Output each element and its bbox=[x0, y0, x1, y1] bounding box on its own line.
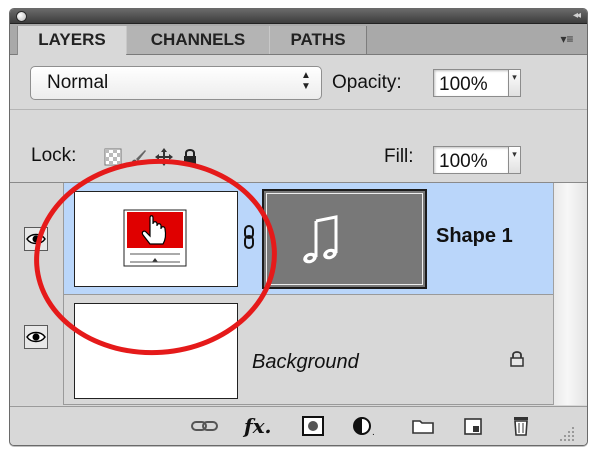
layer-lock-icon bbox=[510, 351, 524, 367]
link-icon[interactable] bbox=[190, 413, 220, 439]
layers-list: Shape 1 Background bbox=[10, 183, 587, 405]
layer-content[interactable]: Background bbox=[64, 295, 553, 405]
blend-mode-value: Normal bbox=[47, 72, 109, 93]
opacity-dropdown-arrow[interactable]: ▾ bbox=[508, 69, 521, 97]
chain-link-icon[interactable] bbox=[242, 225, 256, 249]
layer-mask-icon[interactable] bbox=[300, 413, 326, 439]
blend-mode-select[interactable]: Normal ▲ ▼ bbox=[30, 66, 322, 100]
eye-icon[interactable] bbox=[24, 227, 48, 251]
panel-tabs: LAYERS CHANNELS PATHS ▾≡ bbox=[10, 24, 587, 55]
layer-name-shape-1[interactable]: Shape 1 bbox=[436, 225, 513, 248]
new-layer-icon[interactable] bbox=[460, 413, 486, 439]
layer-content[interactable]: Shape 1 bbox=[64, 183, 553, 295]
lock-all-icon[interactable] bbox=[181, 148, 199, 166]
tab-channels[interactable]: CHANNELS bbox=[126, 26, 270, 54]
tab-layers[interactable]: LAYERS bbox=[17, 26, 127, 55]
panel-titlebar: ◂◂ bbox=[10, 9, 587, 24]
collapse-icon[interactable]: ◂◂ bbox=[573, 9, 581, 23]
lock-label: Lock: bbox=[31, 145, 77, 166]
layer-row-background[interactable]: Background bbox=[10, 295, 587, 405]
select-arrows-icon: ▲ ▼ bbox=[301, 70, 311, 92]
layer-thumbnail[interactable] bbox=[74, 191, 238, 287]
eye-icon[interactable] bbox=[24, 325, 48, 349]
visibility-cell bbox=[10, 183, 64, 295]
lock-fill-row: Lock: Fill: 100% ▾ bbox=[10, 110, 587, 183]
fill-dropdown-arrow[interactable]: ▾ bbox=[508, 146, 521, 174]
svg-text:.: . bbox=[372, 427, 375, 438]
adjustment-layer-icon[interactable]: . bbox=[350, 413, 380, 439]
layers-bottom-toolbar: fx. . bbox=[10, 406, 587, 446]
group-folder-icon[interactable] bbox=[410, 413, 436, 439]
trash-icon[interactable] bbox=[508, 413, 534, 439]
layer-row-shape-1[interactable]: Shape 1 bbox=[10, 183, 587, 295]
layers-panel: ◂◂ LAYERS CHANNELS PATHS ▾≡ Normal ▲ ▼ Op… bbox=[9, 8, 588, 446]
resize-grip-icon[interactable] bbox=[558, 421, 576, 446]
lock-pixels-brush-icon[interactable] bbox=[129, 148, 147, 166]
fx-icon[interactable]: fx. bbox=[244, 413, 272, 439]
fill-input[interactable]: 100% bbox=[433, 146, 508, 174]
visibility-cell bbox=[10, 295, 64, 405]
close-icon[interactable] bbox=[16, 11, 27, 22]
opacity-label: Opacity: bbox=[332, 72, 402, 93]
background-thumbnail[interactable] bbox=[74, 303, 238, 399]
opacity-input[interactable]: 100% bbox=[433, 69, 508, 97]
tab-paths[interactable]: PATHS bbox=[269, 26, 367, 54]
music-note-icon bbox=[303, 215, 338, 264]
blend-opacity-row: Normal ▲ ▼ Opacity: 100% ▾ bbox=[10, 55, 587, 110]
lock-transparency-icon[interactable] bbox=[104, 148, 122, 166]
hand-button-thumbnail-icon bbox=[123, 209, 187, 267]
vector-mask-thumbnail[interactable] bbox=[262, 189, 427, 289]
fill-label: Fill: bbox=[384, 146, 414, 167]
panel-menu-icon[interactable]: ▾≡ bbox=[557, 31, 577, 47]
layer-name-background[interactable]: Background bbox=[252, 351, 359, 374]
lock-position-move-icon[interactable] bbox=[155, 148, 173, 166]
scrollbar[interactable] bbox=[553, 183, 587, 405]
